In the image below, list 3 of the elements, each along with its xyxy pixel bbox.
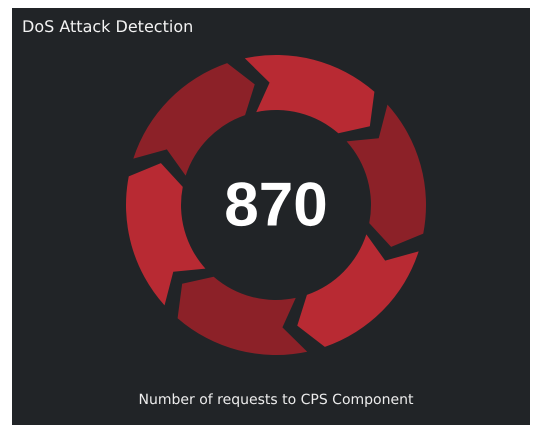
request-count: 870 <box>224 170 328 240</box>
panel-title: DoS Attack Detection <box>22 17 194 36</box>
caption: Number of requests to CPS Component <box>138 392 414 408</box>
